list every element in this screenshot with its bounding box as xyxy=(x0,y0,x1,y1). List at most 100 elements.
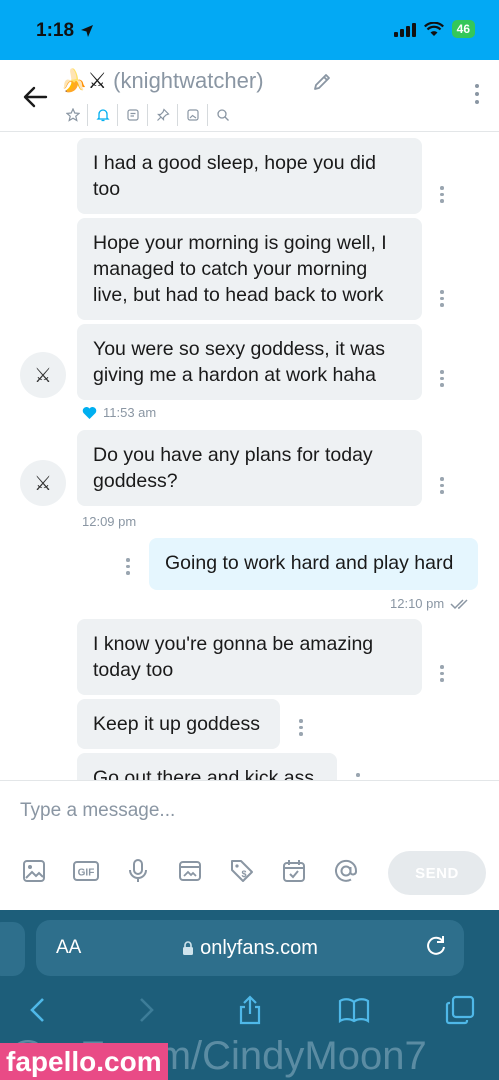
message-bubble-incoming: You were so sexy goddess, it was giving … xyxy=(77,324,422,400)
sender-avatar[interactable]: ⚔ xyxy=(20,352,66,398)
image-icon xyxy=(186,109,199,121)
sender-avatar[interactable]: ⚔ xyxy=(20,460,66,506)
url-display: onlyfans.com xyxy=(36,937,464,960)
location-arrow-icon xyxy=(81,25,94,37)
message-bubble-outgoing: Going to work hard and play hard xyxy=(149,538,478,590)
chat-title[interactable]: 🍌⚔ (knightwatcher) xyxy=(60,68,264,94)
note-icon xyxy=(126,109,139,121)
clock: 1:18 xyxy=(36,20,75,41)
edit-name-button[interactable] xyxy=(312,72,332,97)
timestamp-text: 12:10 pm xyxy=(390,596,445,611)
chevron-right-icon xyxy=(140,998,154,1022)
message-options-icon[interactable] xyxy=(126,558,130,575)
pencil-icon xyxy=(314,74,330,90)
send-button[interactable]: SEND xyxy=(388,851,486,895)
watermark-badge: fapello.com xyxy=(0,1043,168,1080)
status-time: 1:18 xyxy=(36,20,94,42)
microphone-icon xyxy=(129,859,147,882)
message-text: Do you have any plans for today goddess? xyxy=(93,444,373,492)
svg-text:$: $ xyxy=(241,869,246,879)
calendar-check-icon xyxy=(283,860,305,882)
cellular-signal-icon xyxy=(393,21,416,37)
bell-icon xyxy=(95,109,110,122)
vault-icon xyxy=(179,861,201,881)
message-options-icon[interactable] xyxy=(440,290,444,307)
message-bubble-incoming: I know you're gonna be amazing today too xyxy=(77,619,422,695)
timestamp-text: 12:09 pm xyxy=(82,514,137,529)
message-text: Hope your morning is going well, I manag… xyxy=(93,232,387,306)
wifi-icon xyxy=(423,21,444,36)
vault-button[interactable] xyxy=(174,855,206,887)
avatar-swords-icon: ⚔ xyxy=(34,472,52,495)
pin-button[interactable] xyxy=(148,104,178,126)
tabs-icon xyxy=(445,995,475,1025)
status-bar: 1:18 46 xyxy=(0,0,499,60)
message-bubble-incoming: Do you have any plans for today goddess? xyxy=(77,430,422,506)
gif-icon: GIF xyxy=(73,861,99,881)
star-icon xyxy=(65,108,80,122)
message-timestamp: 12:09 pm xyxy=(82,514,136,529)
favorite-button[interactable] xyxy=(58,104,88,126)
message-text: Keep it up goddess xyxy=(93,713,260,735)
message-text: Go out there and kick ass xyxy=(93,767,315,780)
double-check-icon xyxy=(450,598,468,609)
more-options-icon[interactable] xyxy=(475,84,479,104)
message-text: I had a good sleep, hope you did too xyxy=(93,152,376,200)
price-tag-icon: $ xyxy=(231,860,253,882)
message-list: I had a good sleep, hope you did too Hop… xyxy=(0,133,499,780)
browser-back-button[interactable] xyxy=(18,990,58,1030)
avatar-swords-icon: ⚔ xyxy=(34,364,52,387)
message-composer: GIF $ SEND xyxy=(0,780,499,910)
reload-button[interactable] xyxy=(424,934,448,963)
set-price-button[interactable]: $ xyxy=(226,855,258,887)
timestamp-text: 11:53 am xyxy=(103,405,157,420)
message-options-icon[interactable] xyxy=(440,370,444,387)
gif-button[interactable]: GIF xyxy=(70,855,102,887)
status-indicators: 46 xyxy=(393,20,475,38)
share-icon xyxy=(239,995,261,1025)
url-text: onlyfans.com xyxy=(200,937,318,959)
message-timestamp: 12:10 pm xyxy=(390,596,472,611)
address-bar[interactable]: AA onlyfans.com xyxy=(36,920,464,976)
message-input[interactable] xyxy=(20,795,480,827)
message-options-icon[interactable] xyxy=(440,186,444,203)
message-text: You were so sexy goddess, it was giving … xyxy=(93,338,385,386)
composer-toolbar: GIF $ xyxy=(18,855,362,887)
heart-icon xyxy=(82,406,97,419)
notifications-button[interactable] xyxy=(88,104,118,126)
message-bubble-incoming: Hope your morning is going well, I manag… xyxy=(77,218,422,320)
message-options-icon[interactable] xyxy=(299,719,303,736)
schedule-button[interactable] xyxy=(278,855,310,887)
chevron-left-icon xyxy=(30,998,44,1022)
message-bubble-incoming: Keep it up goddess xyxy=(77,699,280,749)
lock-icon xyxy=(183,941,194,955)
mention-button[interactable] xyxy=(330,855,362,887)
bookmarks-button[interactable] xyxy=(334,990,374,1030)
attach-image-button[interactable] xyxy=(18,855,50,887)
battery-indicator: 46 xyxy=(451,20,475,38)
tabs-button[interactable] xyxy=(440,990,480,1030)
search-button[interactable] xyxy=(208,104,238,126)
notes-button[interactable] xyxy=(118,104,148,126)
message-bubble-incoming: I had a good sleep, hope you did too xyxy=(77,138,422,214)
message-bubble-incoming: Go out there and kick ass xyxy=(77,753,337,780)
message-timestamp: 11:53 am xyxy=(82,405,156,420)
share-button[interactable] xyxy=(230,990,270,1030)
back-button[interactable] xyxy=(18,80,52,114)
media-gallery-button[interactable] xyxy=(178,104,208,126)
pin-icon xyxy=(156,108,170,121)
message-text: I know you're gonna be amazing today too xyxy=(93,633,374,681)
title-emoji: 🍌⚔ xyxy=(60,68,108,93)
previous-tab[interactable] xyxy=(0,922,25,976)
reload-icon xyxy=(427,936,445,955)
voice-message-button[interactable] xyxy=(122,855,154,887)
message-options-icon[interactable] xyxy=(356,773,360,780)
arrow-left-icon xyxy=(23,86,48,108)
message-options-icon[interactable] xyxy=(440,477,444,494)
browser-forward-button[interactable] xyxy=(126,990,166,1030)
header-toolbar xyxy=(58,104,238,126)
svg-text:GIF: GIF xyxy=(78,868,95,879)
message-options-icon[interactable] xyxy=(440,665,444,682)
chat-username: (knightwatcher) xyxy=(113,68,264,93)
image-icon xyxy=(23,860,45,882)
